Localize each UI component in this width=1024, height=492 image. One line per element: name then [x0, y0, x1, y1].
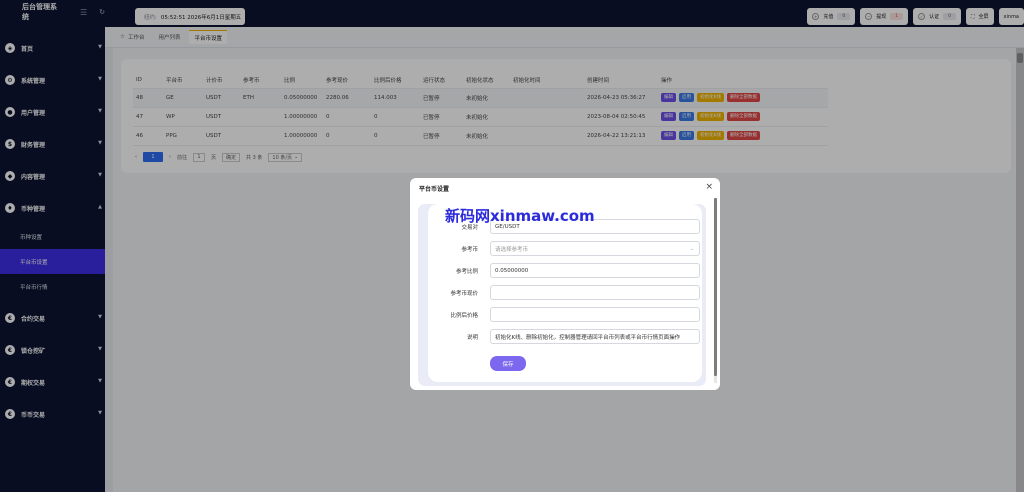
dialog-scrollbar-thumb[interactable] [714, 198, 717, 376]
field-label: 参考币 [461, 246, 478, 253]
close-icon[interactable]: × [705, 182, 713, 192]
ref-price-field[interactable] [490, 285, 700, 300]
platform-coin-dialog: 平台币设置 × 交易对 GE/USDT 参考币 请选择参考币 ⌄ 参考比例 0.0… [410, 178, 720, 390]
save-button[interactable]: 保存 [490, 356, 526, 371]
field-label: 说明 [466, 334, 478, 341]
form-row-ref-coin: 参考币 请选择参考币 ⌄ [428, 241, 702, 256]
form-row-ref-price: 参考币现价 [428, 285, 702, 300]
ratio-price-field[interactable] [490, 307, 700, 322]
ref-ratio-field[interactable]: 0.05000000 [490, 263, 700, 278]
description-field[interactable]: 初始化K线、删除初始化，控制器管理请回平台币列表或平台币行情页面操作 [490, 329, 700, 344]
chevron-down-icon: ⌄ [689, 245, 694, 252]
dialog-body: 交易对 GE/USDT 参考币 请选择参考币 ⌄ 参考比例 0.05000000 … [418, 204, 706, 386]
dialog-scrollbar[interactable] [714, 198, 717, 383]
form-row-ratio-price: 比例后价格 [428, 307, 702, 322]
field-label: 参考币现价 [450, 290, 478, 297]
dialog-title: 平台币设置 [419, 186, 450, 193]
field-label: 参考比例 [455, 268, 478, 275]
form-row-ref-ratio: 参考比例 0.05000000 [428, 263, 702, 278]
dialog-form: 交易对 GE/USDT 参考币 请选择参考币 ⌄ 参考比例 0.05000000 … [428, 204, 702, 382]
field-label: 比例后价格 [450, 312, 478, 319]
ref-coin-select[interactable]: 请选择参考币 ⌄ [490, 241, 700, 256]
ref-coin-placeholder: 请选择参考币 [495, 246, 529, 253]
form-row-description: 说明 初始化K线、删除初始化，控制器管理请回平台币列表或平台币行情页面操作 [428, 329, 702, 344]
watermark: 新码网xinmaw.com [445, 207, 595, 225]
